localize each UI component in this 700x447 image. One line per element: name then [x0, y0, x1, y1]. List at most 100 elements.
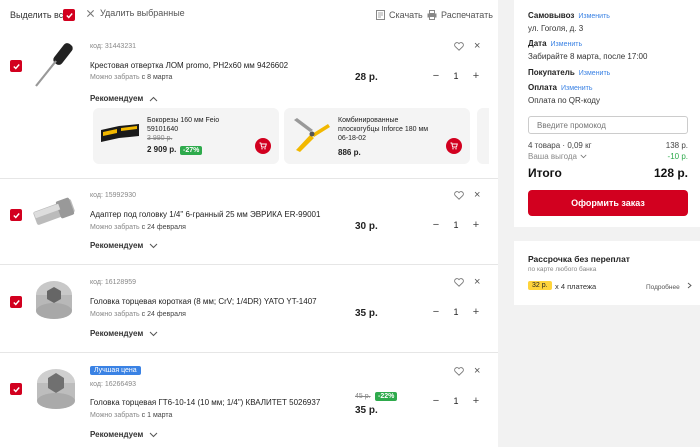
decrease-button[interactable]: − [430, 306, 442, 318]
item-code: код: 16128959 [90, 279, 136, 286]
installment-more-link[interactable]: Подробнее [646, 282, 692, 291]
date-value: Забирайте 8 марта, после 17:00 [528, 52, 648, 61]
quantity-stepper: − 1 + [430, 304, 482, 320]
change-payment-link[interactable]: Изменить [561, 85, 593, 92]
item-name[interactable]: Крестовая отвертка ЛОМ promo, PH2x60 мм … [90, 61, 288, 70]
date-label: Дата [528, 39, 547, 48]
date-heading: Дата Изменить [528, 39, 582, 48]
installment-title: Рассрочка без переплат [528, 254, 630, 264]
favorite-icon[interactable] [454, 278, 464, 287]
recommend-toggle[interactable]: Рекомендуем [90, 241, 158, 250]
add-to-cart-button[interactable] [446, 138, 462, 154]
chevron-down-icon [580, 154, 587, 159]
cart-icon [450, 142, 458, 150]
decrease-button[interactable]: − [430, 395, 442, 407]
pickup-info: Можно забрать с 24 февраля [90, 311, 186, 318]
item-name[interactable]: Адаптер под головку 1/4" 6-гранный 25 мм… [90, 210, 320, 219]
item-code: код: 31443231 [90, 43, 136, 50]
remove-icon[interactable]: × [474, 365, 480, 377]
quantity-value: 1 [453, 307, 459, 317]
favorite-icon[interactable] [454, 367, 464, 376]
pickup-heading: Самовывоз Изменить [528, 11, 610, 20]
item-checkbox[interactable] [10, 209, 22, 221]
pickup-info: Можно забрать с 8 марта [90, 74, 172, 81]
item-price: 35 р. [355, 405, 378, 416]
promo-code-input[interactable] [528, 116, 688, 134]
increase-button[interactable]: + [470, 395, 482, 407]
print-button[interactable]: Распечатать [427, 10, 493, 20]
recommend-toggle[interactable]: Рекомендуем [90, 329, 158, 338]
pickup-prefix: Можно забрать [90, 311, 140, 318]
goods-row: 4 товара · 0,09 кг 138 р. [528, 141, 688, 150]
chevron-down-icon [149, 432, 158, 437]
pickup-info: Можно забрать с 1 марта [90, 412, 172, 419]
download-icon [376, 10, 385, 20]
recommendation-card[interactable]: Комбинированные плоскогубцы Inforce 180 … [284, 108, 470, 164]
change-pickup-link[interactable]: Изменить [578, 13, 610, 20]
select-all-checkbox[interactable] [63, 9, 75, 21]
favorite-icon[interactable] [454, 191, 464, 200]
installment-amount: 32 р. [528, 281, 552, 290]
item-checkbox[interactable] [10, 383, 22, 395]
chevron-down-icon [149, 331, 158, 336]
recommendation-price: 886 р. [338, 148, 361, 157]
recommend-toggle[interactable]: Рекомендуем [90, 430, 158, 439]
recommendation-price: 2 909 р. [147, 145, 177, 154]
delete-selected-label: Удалить выбранные [100, 8, 185, 18]
select-all-label[interactable]: Выделить все [10, 10, 68, 20]
installment-card[interactable] [514, 241, 700, 305]
best-price-badge: Лучшая цена [90, 366, 141, 375]
recommendation-name: Бокорезы 160 мм Feio 59101640 [147, 117, 220, 133]
increase-button[interactable]: + [470, 70, 482, 82]
change-date-link[interactable]: Изменить [551, 41, 583, 48]
remove-icon[interactable]: × [474, 276, 480, 288]
add-to-cart-button[interactable] [255, 138, 271, 154]
pickup-date: с 24 февраля [141, 311, 186, 318]
delete-selected-button[interactable]: Удалить выбранные [86, 8, 185, 18]
recommend-label: Рекомендуем [90, 94, 144, 103]
item-checkbox[interactable] [10, 60, 22, 72]
increase-button[interactable]: + [470, 306, 482, 318]
quantity-value: 1 [453, 396, 459, 406]
change-buyer-link[interactable]: Изменить [579, 70, 611, 77]
item-name[interactable]: Головка торцевая короткая (8 мм; CrV; 1/… [90, 297, 317, 306]
item-name[interactable]: Головка торцевая ГТ6-10-14 (10 мм; 1/4")… [90, 398, 320, 407]
total-row: Итого 128 р. [528, 166, 688, 180]
print-label: Распечатать [441, 10, 493, 20]
item-code: код: 15992930 [90, 192, 136, 199]
payment-label: Оплата [528, 83, 557, 92]
decrease-button[interactable]: − [430, 70, 442, 82]
cart-toolbar: Выделить все Удалить выбранные Скачать Р… [0, 0, 498, 30]
pickup-prefix: Можно забрать [90, 74, 140, 81]
item-checkbox[interactable] [10, 296, 22, 308]
check-icon [12, 386, 20, 393]
chevron-down-icon [149, 243, 158, 248]
socket-image [36, 281, 72, 319]
cart-icon [259, 142, 267, 150]
remove-icon[interactable]: × [474, 40, 480, 52]
decrease-button[interactable]: − [430, 219, 442, 231]
favorite-icon[interactable] [454, 42, 464, 51]
place-order-button[interactable]: Оформить заказ [528, 190, 688, 216]
pickup-date: с 1 марта [141, 412, 173, 419]
saving-toggle[interactable]: Ваша выгода [528, 152, 587, 161]
printer-icon [427, 10, 437, 20]
recommend-toggle[interactable]: Рекомендуем [90, 94, 158, 103]
buyer-label: Покупатель [528, 68, 575, 77]
cutters-image [101, 124, 139, 142]
screwdriver-image [35, 43, 73, 87]
remove-icon[interactable]: × [474, 189, 480, 201]
recommendation-card-partial [477, 108, 489, 164]
item-old-price: 45 р. [355, 393, 371, 400]
discount-badge: -22% [375, 392, 398, 401]
installment-count: x 4 платежа [555, 282, 597, 291]
recommendation-card[interactable]: Бокорезы 160 мм Feio 59101640 3 990 р. 2… [93, 108, 279, 164]
pickup-label: Самовывоз [528, 11, 575, 20]
cart-item: Лучшая цена код: 16266493 Головка торцев… [0, 352, 498, 447]
payment-heading: Оплата Изменить [528, 83, 593, 92]
download-button[interactable]: Скачать [376, 10, 423, 20]
cart-item: код: 15992930 Адаптер под головку 1/4" 6… [0, 178, 498, 264]
pickup-address: ул. Гоголя, д. 3 [528, 24, 584, 33]
increase-button[interactable]: + [470, 219, 482, 231]
total-value: 128 р. [653, 166, 688, 180]
